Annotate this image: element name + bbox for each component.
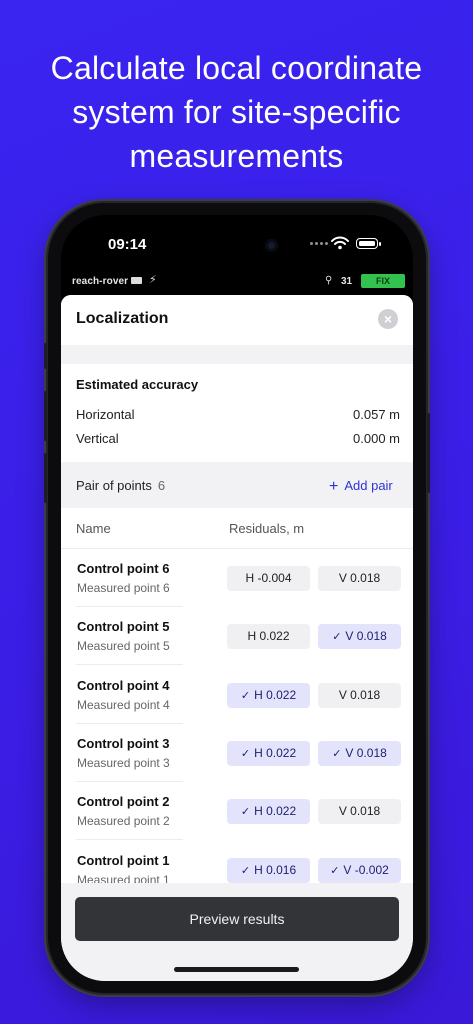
pairs-header: Pair of points 6 + Add pair xyxy=(61,462,413,508)
control-point-name: Control point 5 xyxy=(77,619,170,635)
horizontal-residual-value: H 0.022 xyxy=(254,804,297,819)
mute-switch xyxy=(44,343,47,369)
vertical-accuracy-row: Vertical 0.000 m xyxy=(76,431,400,446)
check-icon: ✓ xyxy=(332,747,342,760)
localization-sheet: Localization × Estimated accuracy Horizo… xyxy=(61,295,413,981)
vertical-residual-chip[interactable]: V 0.018 xyxy=(318,799,401,825)
table-row[interactable]: Control point 4 Measured point 4 ✓ H 0.022 V… xyxy=(61,666,413,724)
vertical-residual-chip[interactable]: V 0.018 xyxy=(318,682,401,708)
horizontal-residual-value: H 0.022 xyxy=(254,745,297,760)
horizontal-residual-chip[interactable]: ✓ H 0.022 xyxy=(227,682,310,708)
table-row[interactable]: Control point 2 Measured point 2 ✓ H 0.022 V… xyxy=(61,782,413,841)
status-time: 09:14 xyxy=(108,236,147,253)
vertical-residual-chip[interactable]: ✓ V 0.018 xyxy=(318,624,401,650)
horizontal-residual-chip[interactable]: ✓ H 0.022 xyxy=(227,799,310,825)
device-status-bar: reach-rover ⚡ ⚲ 31 FIX xyxy=(61,273,413,293)
check-icon: ✓ xyxy=(240,864,251,877)
measured-point-name: Measured point 2 xyxy=(77,814,170,829)
control-point-name: Control point 2 xyxy=(77,794,170,810)
check-icon: ✓ xyxy=(240,689,251,702)
sheet-header: Localization × xyxy=(61,295,413,345)
horizontal-value: 0.057 m xyxy=(353,407,400,422)
cellular-signal-icon xyxy=(310,242,328,245)
check-icon: ✓ xyxy=(240,806,251,819)
pairs-table: Name Residuals, m Control point 6 Measure… xyxy=(61,508,413,928)
volume-down-button xyxy=(44,453,47,503)
headline: Calculate local coordinate system for si… xyxy=(0,46,473,178)
table-row[interactable]: Control point 6 Measured point 6 H -0.004 V… xyxy=(61,549,413,607)
close-icon[interactable]: × xyxy=(378,309,398,329)
column-name: Name xyxy=(76,521,111,536)
accuracy-card: Estimated accuracy Horizontal 0.057 m Ve… xyxy=(61,364,413,462)
vertical-residual-value: V 0.018 xyxy=(338,571,381,585)
battery-level-icon xyxy=(131,277,142,284)
phone-screen: 09:14 reach-rover ⚡ ⚲ 31 FIX Localizatio… xyxy=(61,215,413,981)
satellite-icon: ⚲ xyxy=(325,275,333,286)
vertical-value: 0.000 m xyxy=(353,431,400,446)
vertical-residual-chip[interactable]: ✓ V 0.018 xyxy=(318,740,401,766)
accuracy-title: Estimated accuracy xyxy=(76,377,199,392)
pairs-label: Pair of points 6 xyxy=(76,478,166,493)
measured-point-name: Measured point 6 xyxy=(77,581,170,595)
check-icon: ✓ xyxy=(240,747,251,760)
control-point-name: Control point 3 xyxy=(77,735,170,751)
table-row[interactable]: Control point 3 Measured point 3 ✓ H 0.022 ✓… xyxy=(61,724,413,782)
horizontal-residual-value: H 0.022 xyxy=(247,629,290,644)
vertical-residual-chip[interactable]: ✓ V -0.002 xyxy=(318,857,401,883)
column-residuals: Residuals, m xyxy=(229,521,305,536)
horizontal-residual-value: H -0.004 xyxy=(245,571,292,585)
status-bar: 09:14 xyxy=(61,215,413,265)
antenna-icon: ⚡ xyxy=(149,274,157,286)
horizontal-residual-value: H 0.016 xyxy=(254,862,297,877)
measured-point-name: Measured point 3 xyxy=(77,755,170,770)
horizontal-residual-value: H 0.022 xyxy=(254,687,297,702)
camera-icon xyxy=(265,239,278,252)
power-button xyxy=(427,413,430,493)
check-icon: ✓ xyxy=(332,631,342,644)
vertical-residual-value: V -0.002 xyxy=(343,862,389,877)
vertical-residual-value: V 0.018 xyxy=(338,804,381,819)
control-point-name: Control point 4 xyxy=(77,677,170,693)
headline-line-1: Calculate local coordinate xyxy=(50,50,423,86)
battery-icon xyxy=(356,238,381,249)
vertical-residual-chip[interactable]: V 0.018 xyxy=(318,566,401,591)
vertical-residual-value: V 0.018 xyxy=(338,687,381,702)
device-name: reach-rover xyxy=(72,276,129,287)
satellite-count: 31 xyxy=(341,276,353,287)
home-indicator[interactable] xyxy=(174,967,299,972)
pairs-count: 6 xyxy=(157,478,166,493)
vertical-residual-value: V 0.018 xyxy=(345,745,387,760)
preview-results-button[interactable]: Preview results xyxy=(75,897,399,941)
horizontal-residual-chip[interactable]: ✓ H 0.016 xyxy=(227,857,310,883)
wifi-icon xyxy=(331,236,349,250)
horizontal-label: Horizontal xyxy=(76,407,135,422)
horizontal-residual-chip[interactable]: H -0.004 xyxy=(227,566,310,591)
measured-point-name: Measured point 4 xyxy=(77,697,170,712)
volume-up-button xyxy=(44,391,47,441)
check-icon: ✓ xyxy=(330,864,340,877)
vertical-label: Vertical xyxy=(76,431,119,446)
fix-status-badge: FIX xyxy=(361,274,405,288)
sheet-title: Localization xyxy=(76,310,169,327)
headline-line-2: system for site-specific xyxy=(72,94,401,130)
table-header: Name Residuals, m xyxy=(61,508,413,549)
control-point-name: Control point 6 xyxy=(77,561,170,576)
phone-frame: 09:14 reach-rover ⚡ ⚲ 31 FIX Localizatio… xyxy=(44,203,430,993)
vertical-residual-value: V 0.018 xyxy=(345,629,387,644)
measured-point-name: Measured point 5 xyxy=(77,639,170,654)
horizontal-residual-chip[interactable]: ✓ H 0.022 xyxy=(227,740,310,766)
add-pair-button[interactable]: + Add pair xyxy=(329,478,393,496)
horizontal-residual-chip[interactable]: H 0.022 xyxy=(227,624,310,650)
horizontal-accuracy-row: Horizontal 0.057 m xyxy=(76,407,400,422)
headline-line-3: measurements xyxy=(129,138,344,174)
table-row[interactable]: Control point 5 Measured point 5 H 0.022 ✓ V… xyxy=(61,607,413,666)
add-pair-label: Add pair xyxy=(344,478,393,493)
control-point-name: Control point 1 xyxy=(77,852,170,868)
dynamic-island xyxy=(191,231,291,261)
plus-icon: + xyxy=(329,478,339,495)
